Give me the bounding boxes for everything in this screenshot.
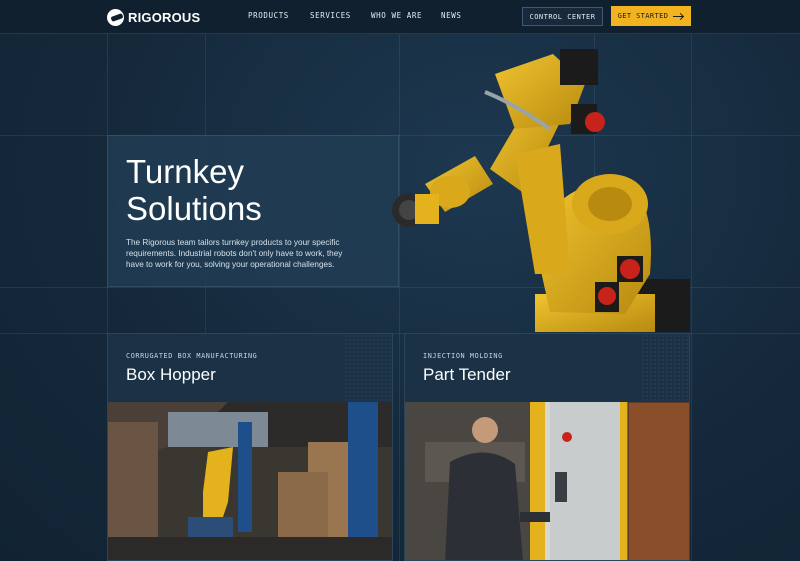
nav-item-who-we-are[interactable]: WHO WE ARE [371,11,441,20]
logo-text: RIGOROUS [128,9,201,25]
hero-card: Turnkey Solutions The Rigorous team tail… [107,135,399,287]
card-category: INJECTION MOLDING [423,352,503,360]
hero-title: Turnkey Solutions [126,153,262,227]
rigorous-logo-icon [107,8,124,26]
control-center-button[interactable]: CONTROL CENTER [522,7,603,26]
arrow-right-icon [673,13,684,20]
logo[interactable]: RIGOROUS [107,7,200,27]
nav-item-products[interactable]: PRODUCTS [248,11,310,20]
dot-pattern [641,334,689,402]
nav-item-news[interactable]: NEWS [441,11,461,20]
box-hopper-photo [108,402,392,560]
control-center-label: CONTROL CENTER [529,12,596,21]
get-started-button[interactable]: GET STARTED [611,6,691,26]
main-nav: PRODUCTS SERVICES WHO WE ARE NEWS [248,11,461,20]
product-card-part-tender[interactable]: INJECTION MOLDING Part Tender [404,333,690,561]
get-started-label: GET STARTED [617,12,669,20]
industrial-robot-arm-image [392,49,690,332]
dot-pattern [344,334,392,402]
site-header: RIGOROUS PRODUCTS SERVICES WHO WE ARE NE… [0,0,800,34]
card-title: Part Tender [423,365,511,384]
page: RIGOROUS PRODUCTS SERVICES WHO WE ARE NE… [0,0,800,561]
card-category: CORRUGATED BOX MANUFACTURING [126,352,258,360]
card-title: Box Hopper [126,365,216,384]
nav-item-services[interactable]: SERVICES [310,11,371,20]
part-tender-photo [405,402,689,560]
hero-description: The Rigorous team tailors turnkey produc… [126,238,343,269]
product-card-box-hopper[interactable]: CORRUGATED BOX MANUFACTURING Box Hopper [107,333,393,561]
